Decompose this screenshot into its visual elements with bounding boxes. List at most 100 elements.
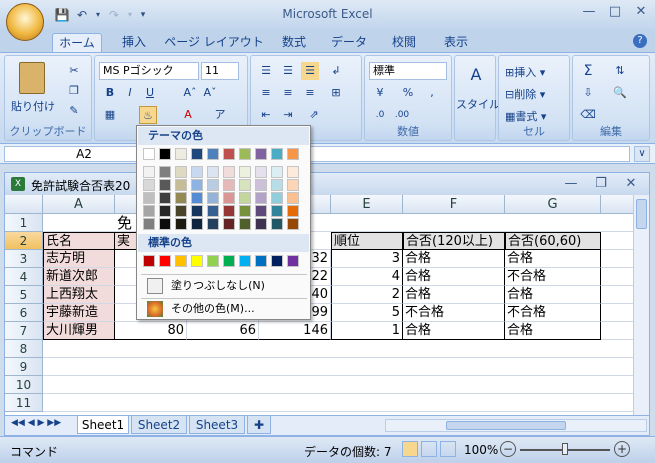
theme-shade-swatch[interactable] [143, 218, 155, 230]
format-painter-icon[interactable]: ✎ [65, 102, 83, 120]
theme-shade-swatch[interactable] [207, 192, 219, 204]
copy-icon[interactable]: ❐ [65, 82, 83, 100]
font-size-combo[interactable]: 11 [201, 62, 239, 80]
align-center-icon[interactable]: ≡ [279, 84, 297, 102]
theme-shade-swatch[interactable] [271, 179, 283, 191]
row-header[interactable]: 7 [5, 322, 43, 340]
close-icon[interactable]: ✕ [633, 4, 649, 20]
expand-formula-bar-icon[interactable]: ∨ [634, 146, 650, 162]
theme-shade-swatch[interactable] [191, 166, 203, 178]
decrease-indent-icon[interactable]: ⇤ [257, 106, 275, 124]
vertical-scrollbar[interactable] [633, 195, 649, 415]
theme-color-swatch[interactable] [143, 148, 155, 160]
increase-decimal-icon[interactable]: .0 [371, 106, 389, 124]
paste-button[interactable]: 貼り付け [11, 98, 55, 114]
theme-shade-swatch[interactable] [239, 192, 251, 204]
table-cell-rank[interactable]: 1 [331, 322, 403, 340]
shrink-font-icon[interactable]: Aˇ [201, 84, 219, 102]
standard-color-swatch[interactable] [175, 255, 187, 267]
align-bottom-icon[interactable]: ☰ [301, 62, 319, 80]
theme-shade-swatch[interactable] [143, 205, 155, 217]
column-header-f[interactable]: F [403, 195, 505, 214]
wb-minimize-icon[interactable]: — [563, 176, 579, 192]
standard-color-swatch[interactable] [239, 255, 251, 267]
help-icon[interactable]: ? [633, 34, 647, 48]
font-name-combo[interactable]: MS Pゴシック [99, 62, 199, 80]
theme-color-swatch[interactable] [287, 148, 299, 160]
theme-shade-swatch[interactable] [239, 179, 251, 191]
column-header-h[interactable] [601, 195, 633, 214]
theme-shade-swatch[interactable] [175, 192, 187, 204]
theme-shade-swatch[interactable] [191, 179, 203, 191]
theme-shade-swatch[interactable] [239, 218, 251, 230]
theme-color-swatch[interactable] [223, 148, 235, 160]
underline-icon[interactable]: U [141, 84, 159, 102]
standard-color-swatch[interactable] [223, 255, 235, 267]
sheet-tab-3[interactable]: Sheet3 [189, 416, 245, 434]
theme-shade-swatch[interactable] [143, 179, 155, 191]
table-cell-rank[interactable]: 4 [331, 268, 403, 286]
theme-shade-swatch[interactable] [255, 192, 267, 204]
fill-icon[interactable]: ⇩ [579, 84, 597, 102]
theme-shade-swatch[interactable] [287, 192, 299, 204]
theme-shade-swatch[interactable] [239, 166, 251, 178]
theme-shade-swatch[interactable] [223, 205, 235, 217]
align-left-icon[interactable]: ≡ [257, 84, 275, 102]
column-header-a[interactable]: A [43, 195, 115, 214]
header-cell-rank[interactable]: 順位 [331, 232, 403, 250]
number-format-combo[interactable]: 標準 [369, 62, 447, 80]
theme-shade-swatch[interactable] [175, 179, 187, 191]
styles-icon[interactable]: A [467, 66, 485, 84]
zoom-out-icon[interactable]: − [500, 441, 516, 457]
theme-color-swatch[interactable] [239, 148, 251, 160]
table-cell-score1[interactable]: 80 [115, 322, 187, 340]
theme-shade-swatch[interactable] [159, 218, 171, 230]
standard-color-swatch[interactable] [159, 255, 171, 267]
tab-home[interactable]: ホーム [52, 33, 102, 52]
align-middle-icon[interactable]: ☰ [279, 62, 297, 80]
theme-color-swatch[interactable] [191, 148, 203, 160]
row-header[interactable]: 3 [5, 250, 43, 268]
table-cell-rank[interactable]: 5 [331, 304, 403, 322]
table-cell-name[interactable]: 志方明 [43, 250, 115, 268]
maximize-icon[interactable]: □ [607, 4, 623, 20]
zoom-level[interactable]: 100% [464, 443, 498, 457]
theme-shade-swatch[interactable] [287, 166, 299, 178]
row-header[interactable]: 6 [5, 304, 43, 322]
no-fill-menu-item[interactable]: 塗りつぶしなし(N) [141, 276, 307, 296]
table-cell-total[interactable]: 146 [259, 322, 331, 340]
cut-icon[interactable]: ✂ [65, 62, 83, 80]
theme-shade-swatch[interactable] [175, 218, 187, 230]
styles-button[interactable]: スタイル [456, 96, 500, 112]
theme-shade-swatch[interactable] [255, 166, 267, 178]
theme-shade-swatch[interactable] [255, 179, 267, 191]
theme-shade-swatch[interactable] [207, 218, 219, 230]
theme-shade-swatch[interactable] [223, 166, 235, 178]
table-cell-pass1[interactable]: 合格 [403, 250, 505, 268]
paste-icon[interactable] [19, 62, 45, 94]
table-cell-rank[interactable]: 2 [331, 286, 403, 304]
minimize-icon[interactable]: — [581, 4, 597, 20]
theme-color-swatch[interactable] [159, 148, 171, 160]
font-color-icon[interactable]: A [179, 106, 197, 124]
theme-shade-swatch[interactable] [159, 166, 171, 178]
table-cell-pass2[interactable]: 不合格 [505, 268, 601, 286]
table-cell-pass2[interactable]: 合格 [505, 322, 601, 340]
format-cells-button[interactable]: ▦書式 ▾ [505, 108, 546, 124]
standard-color-swatch[interactable] [143, 255, 155, 267]
theme-shade-swatch[interactable] [143, 166, 155, 178]
tab-review[interactable]: 校閲 [382, 33, 426, 52]
merge-center-icon[interactable]: ⊞ [327, 84, 345, 102]
table-cell-pass2[interactable]: 合格 [505, 250, 601, 268]
more-colors-menu-item[interactable]: その他の色(M)... [141, 299, 307, 319]
theme-shade-swatch[interactable] [159, 192, 171, 204]
tab-page-layout[interactable]: ページ レイアウト [164, 33, 264, 52]
row-header[interactable]: 4 [5, 268, 43, 286]
insert-cells-button[interactable]: ⊞挿入 ▾ [505, 64, 545, 80]
table-cell-name[interactable]: 上西翔太 [43, 286, 115, 304]
table-cell-name[interactable]: 新道次郎 [43, 268, 115, 286]
theme-shade-swatch[interactable] [287, 218, 299, 230]
header-cell-pass1[interactable]: 合否(120以上) [403, 232, 505, 250]
standard-color-swatch[interactable] [255, 255, 267, 267]
theme-color-swatch[interactable] [255, 148, 267, 160]
